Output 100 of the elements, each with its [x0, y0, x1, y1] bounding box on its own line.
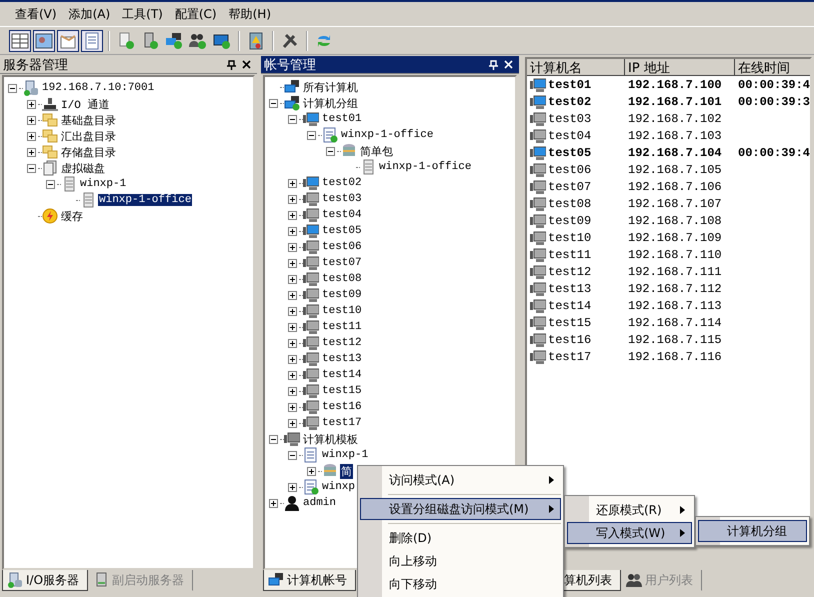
tree-item[interactable]: 存储盘目录: [60, 144, 117, 160]
expand-icon[interactable]: [288, 178, 297, 188]
tree-item[interactable]: test10: [321, 305, 363, 317]
column-header[interactable]: IP 地址: [625, 59, 735, 76]
tab[interactable]: I/O服务器: [2, 570, 88, 591]
expand-icon[interactable]: [288, 402, 297, 412]
tree-item[interactable]: test11: [321, 321, 363, 333]
tree-item[interactable]: 基础盘目录: [60, 112, 117, 128]
tree-item[interactable]: I/O 通道: [60, 96, 110, 112]
expand-icon[interactable]: [27, 100, 36, 108]
tree-item[interactable]: 所有计算机: [302, 80, 359, 94]
tree-item[interactable]: test01: [321, 113, 363, 125]
column-header[interactable]: 计算机名: [527, 59, 625, 76]
tree-item[interactable]: 192.168.7.10:7001: [41, 82, 156, 94]
pin-icon[interactable]: [227, 60, 236, 70]
expand-icon[interactable]: [288, 194, 297, 204]
tree-item[interactable]: test05: [321, 225, 363, 237]
menu-item[interactable]: 写入模式(W): [567, 522, 692, 544]
expand-icon[interactable]: [288, 354, 297, 364]
expand-icon[interactable]: [288, 338, 297, 348]
folder-icon: [42, 112, 58, 128]
collapse-icon[interactable]: [8, 84, 17, 92]
table-cell-text: 192.168.7.111: [627, 264, 723, 278]
menu-item[interactable]: 删除(D): [360, 527, 561, 549]
tree-item[interactable]: 虚拟磁盘: [60, 160, 106, 176]
expand-icon[interactable]: [27, 148, 36, 156]
menu-item[interactable]: 添加(A): [64, 4, 116, 24]
tree-item[interactable]: test03: [321, 193, 363, 205]
collapse-icon[interactable]: [27, 164, 36, 172]
expand-icon[interactable]: [27, 116, 36, 124]
expand-icon[interactable]: [288, 322, 297, 332]
expand-icon[interactable]: [288, 386, 297, 396]
menu-item[interactable]: 设置分组磁盘访问模式(M): [360, 498, 561, 520]
document-button[interactable]: [81, 30, 103, 52]
table-cell: test10: [527, 230, 625, 246]
tab[interactable]: 计算机帐号: [263, 570, 356, 591]
tree-item[interactable]: test02: [321, 177, 363, 189]
tree-item[interactable]: test13: [321, 353, 363, 365]
menu-item[interactable]: 帮助(H): [224, 4, 276, 24]
tree-item[interactable]: admin: [302, 497, 338, 509]
tree-item[interactable]: 简单包: [359, 144, 394, 158]
expand-icon[interactable]: [288, 210, 297, 220]
menu-item[interactable]: 还原模式(R): [567, 499, 692, 521]
menu-item[interactable]: 查看(V): [10, 4, 62, 24]
expand-icon[interactable]: [288, 274, 297, 284]
monitor-icon: [303, 383, 319, 399]
tree-item[interactable]: winxp-1: [321, 449, 370, 461]
tree-item[interactable]: winxp-1: [79, 178, 128, 190]
table-cell: test13: [527, 280, 625, 296]
layout-button[interactable]: [9, 30, 31, 52]
expand-icon[interactable]: [27, 132, 36, 140]
document-icon: [83, 32, 101, 50]
tree-item[interactable]: test04: [321, 209, 363, 221]
collapse-icon[interactable]: [288, 450, 297, 460]
tree-item[interactable]: 计算机分组: [302, 96, 359, 110]
tree-item[interactable]: test14: [321, 369, 363, 381]
tree-item[interactable]: test16: [321, 401, 363, 413]
tree-item[interactable]: 缓存: [60, 208, 84, 224]
tree-item[interactable]: winxp-1-office: [378, 161, 472, 173]
monitor-icon: [303, 287, 319, 303]
close-icon[interactable]: [242, 60, 251, 69]
collapse-icon[interactable]: [269, 98, 278, 108]
expand-icon[interactable]: [288, 258, 297, 268]
tree-item[interactable]: winxp: [321, 481, 356, 493]
tree-item[interactable]: 简: [340, 464, 353, 478]
tree-item[interactable]: 计算机模板: [302, 432, 359, 446]
expand-icon[interactable]: [288, 418, 297, 428]
tree-item[interactable]: test08: [321, 273, 363, 285]
collapse-icon[interactable]: [269, 434, 278, 444]
expand-icon[interactable]: [288, 226, 297, 236]
monitor-icon: [530, 94, 546, 110]
user-card-button[interactable]: [33, 30, 55, 52]
expand-icon[interactable]: [307, 466, 316, 476]
tree-item[interactable]: winxp-1-office: [98, 194, 192, 206]
expand-icon[interactable]: [288, 290, 297, 300]
tree-item[interactable]: winxp-1-office: [340, 129, 434, 141]
expand-icon[interactable]: [288, 306, 297, 316]
expand-icon[interactable]: [288, 482, 297, 492]
tree-item[interactable]: test06: [321, 241, 363, 253]
menu-item[interactable]: 配置(C): [170, 4, 222, 24]
column-header[interactable]: 在线时间: [735, 59, 810, 76]
tree-item[interactable]: test09: [321, 289, 363, 301]
collapse-icon[interactable]: [288, 114, 297, 124]
add-users-icon: [189, 32, 207, 50]
tree-item[interactable]: test15: [321, 385, 363, 397]
table-cell: test09: [527, 212, 625, 228]
tree-item[interactable]: test17: [321, 417, 363, 429]
expand-icon[interactable]: [269, 498, 278, 508]
tree-item[interactable]: test07: [321, 257, 363, 269]
menu-item[interactable]: 向上移动: [360, 550, 561, 572]
collapse-icon[interactable]: [326, 146, 335, 156]
menu-item[interactable]: 计算机分组: [698, 520, 807, 542]
collapse-icon[interactable]: [46, 180, 55, 188]
collapse-icon[interactable]: [307, 130, 316, 140]
menu-item[interactable]: 访问模式(A): [360, 469, 561, 491]
tree-item[interactable]: test12: [321, 337, 363, 349]
expand-icon[interactable]: [288, 242, 297, 252]
expand-icon[interactable]: [288, 370, 297, 380]
tree-item[interactable]: 汇出盘目录: [60, 128, 117, 144]
menu-item[interactable]: 工具(T): [117, 4, 168, 24]
